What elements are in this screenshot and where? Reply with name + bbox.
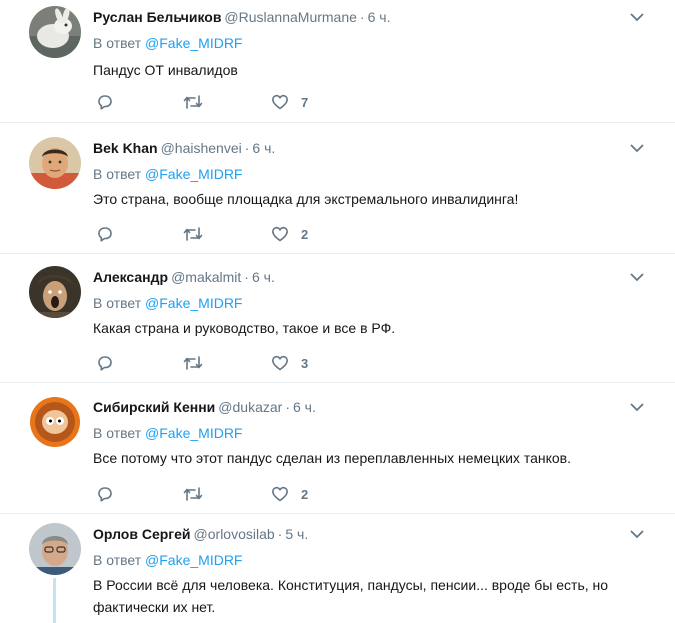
avatar[interactable] — [29, 266, 81, 318]
tweet-text: Какая страна и руководство, такое и все … — [93, 320, 396, 336]
tweet-text: Пандус ОТ инвалидов — [93, 62, 238, 78]
author-handle[interactable]: @dukazar — [218, 399, 282, 415]
tweet[interactable]: Bek Khan @haishenvei · 6 ч. В ответ @Fake_M… — [0, 123, 675, 254]
heart-icon — [272, 226, 288, 242]
chevron-down-icon[interactable] — [630, 529, 644, 539]
separator-dot: · — [277, 526, 283, 542]
retweet-button[interactable] — [183, 92, 203, 112]
tweet-text-line: фактически их нет. — [93, 599, 216, 615]
reply-context: В ответ @Fake_MIDRF — [93, 34, 242, 52]
tweet-actions: 3 — [96, 353, 396, 373]
author-handle[interactable]: @RuslannaMurmane — [224, 9, 357, 25]
retweet-icon — [183, 356, 203, 370]
reply-mention-link[interactable]: @Fake_MIDRF — [145, 425, 242, 441]
like-count: 7 — [301, 94, 309, 110]
tweet[interactable]: Орлов Сергей @orlovosilab · 5 ч. В ответ @F… — [0, 514, 675, 623]
tweet-header: Александр @makalmit · 6 ч. — [93, 268, 275, 286]
separator-dot: · — [359, 9, 365, 25]
reply-icon — [98, 356, 112, 371]
retweet-button[interactable] — [183, 484, 203, 504]
timestamp[interactable]: 6 ч. — [293, 399, 316, 415]
tweet-actions: 2 — [96, 224, 396, 244]
reply-prefix: В ответ — [93, 166, 142, 182]
retweet-button[interactable] — [183, 224, 203, 244]
chevron-down-icon[interactable] — [630, 272, 644, 282]
reply-context: В ответ @Fake_MIDRF — [93, 294, 242, 312]
heart-icon — [272, 94, 288, 110]
avatar[interactable] — [29, 396, 81, 448]
avatar[interactable] — [29, 6, 81, 58]
reply-prefix: В ответ — [93, 295, 142, 311]
tweet[interactable]: Сибирский Кенни @dukazar · 6 ч. В ответ @Fa… — [0, 383, 675, 514]
like-count: 2 — [301, 226, 309, 242]
chevron-down-icon[interactable] — [630, 12, 644, 22]
retweet-icon — [183, 95, 203, 109]
retweet-icon — [183, 487, 203, 501]
separator-dot: · — [244, 140, 250, 156]
author-name[interactable]: Bek Khan — [93, 140, 158, 156]
tweet-text: Это страна, вообще площадка для экстрема… — [93, 191, 519, 207]
tweet-header: Орлов Сергей @orlovosilab · 5 ч. — [93, 525, 308, 543]
reply-icon — [98, 227, 112, 242]
thread-connector-line — [53, 578, 56, 623]
reply-context: В ответ @Fake_MIDRF — [93, 424, 242, 442]
avatar[interactable] — [29, 523, 81, 575]
reply-mention-link[interactable]: @Fake_MIDRF — [145, 295, 242, 311]
heart-icon — [272, 486, 288, 502]
author-handle[interactable]: @makalmit — [171, 269, 241, 285]
author-name[interactable]: Александр — [93, 269, 168, 285]
retweet-button[interactable] — [183, 353, 203, 373]
reply-mention-link[interactable]: @Fake_MIDRF — [145, 166, 242, 182]
tweet-actions: 2 — [96, 484, 396, 504]
like-button[interactable]: 3 — [271, 353, 308, 373]
like-button[interactable]: 2 — [271, 224, 308, 244]
timestamp[interactable]: 6 ч. — [252, 140, 275, 156]
tweet-header: Руслан Бельчиков @RuslannaMurmane · 6 ч. — [93, 8, 390, 26]
separator-dot: · — [244, 269, 249, 285]
timestamp[interactable]: 6 ч. — [368, 9, 391, 25]
reply-context: В ответ @Fake_MIDRF — [93, 551, 242, 569]
reply-button[interactable] — [96, 92, 114, 112]
author-handle[interactable]: @haishenvei — [161, 140, 242, 156]
chevron-down-icon[interactable] — [630, 143, 644, 153]
tweet-header: Сибирский Кенни @dukazar · 6 ч. — [93, 398, 316, 416]
author-name[interactable]: Сибирский Кенни — [93, 399, 215, 415]
like-count: 3 — [301, 355, 309, 371]
tweet[interactable]: Руслан Бельчиков @RuslannaMurmane · 6 ч. В … — [0, 0, 675, 123]
retweet-icon — [183, 227, 203, 241]
tweet-actions: 7 — [96, 92, 396, 112]
tweet[interactable]: Александр @makalmit · 6 ч. В ответ @Fake_MI… — [0, 254, 675, 383]
chevron-down-icon[interactable] — [630, 402, 644, 412]
reply-icon — [98, 487, 112, 502]
tweet-header: Bek Khan @haishenvei · 6 ч. — [93, 139, 275, 157]
author-handle[interactable]: @orlovosilab — [194, 526, 275, 542]
reply-prefix: В ответ — [93, 35, 142, 51]
reply-feed: Руслан Бельчиков @RuslannaMurmane · 6 ч. В … — [0, 0, 675, 623]
like-button[interactable]: 7 — [271, 92, 308, 112]
reply-prefix: В ответ — [93, 552, 142, 568]
reply-button[interactable] — [96, 353, 114, 373]
timestamp[interactable]: 5 ч. — [285, 526, 308, 542]
separator-dot: · — [285, 399, 290, 415]
author-name[interactable]: Руслан Бельчиков — [93, 9, 221, 25]
reply-prefix: В ответ — [93, 425, 142, 441]
author-name[interactable]: Орлов Сергей — [93, 526, 191, 542]
reply-button[interactable] — [96, 484, 114, 504]
reply-mention-link[interactable]: @Fake_MIDRF — [145, 552, 242, 568]
avatar[interactable] — [29, 137, 81, 189]
heart-icon — [272, 355, 288, 371]
like-button[interactable]: 2 — [271, 484, 308, 504]
reply-icon — [98, 95, 112, 110]
like-count: 2 — [301, 486, 309, 502]
tweet-text: В России всё для человека. Конституция, … — [93, 574, 653, 618]
tweet-text: Все потому что этот пандус сделан из пер… — [93, 450, 571, 466]
tweet-text-line: В России всё для человека. Конституция, … — [93, 577, 609, 593]
reply-context: В ответ @Fake_MIDRF — [93, 165, 242, 183]
reply-mention-link[interactable]: @Fake_MIDRF — [145, 35, 242, 51]
reply-button[interactable] — [96, 224, 114, 244]
timestamp[interactable]: 6 ч. — [252, 269, 275, 285]
